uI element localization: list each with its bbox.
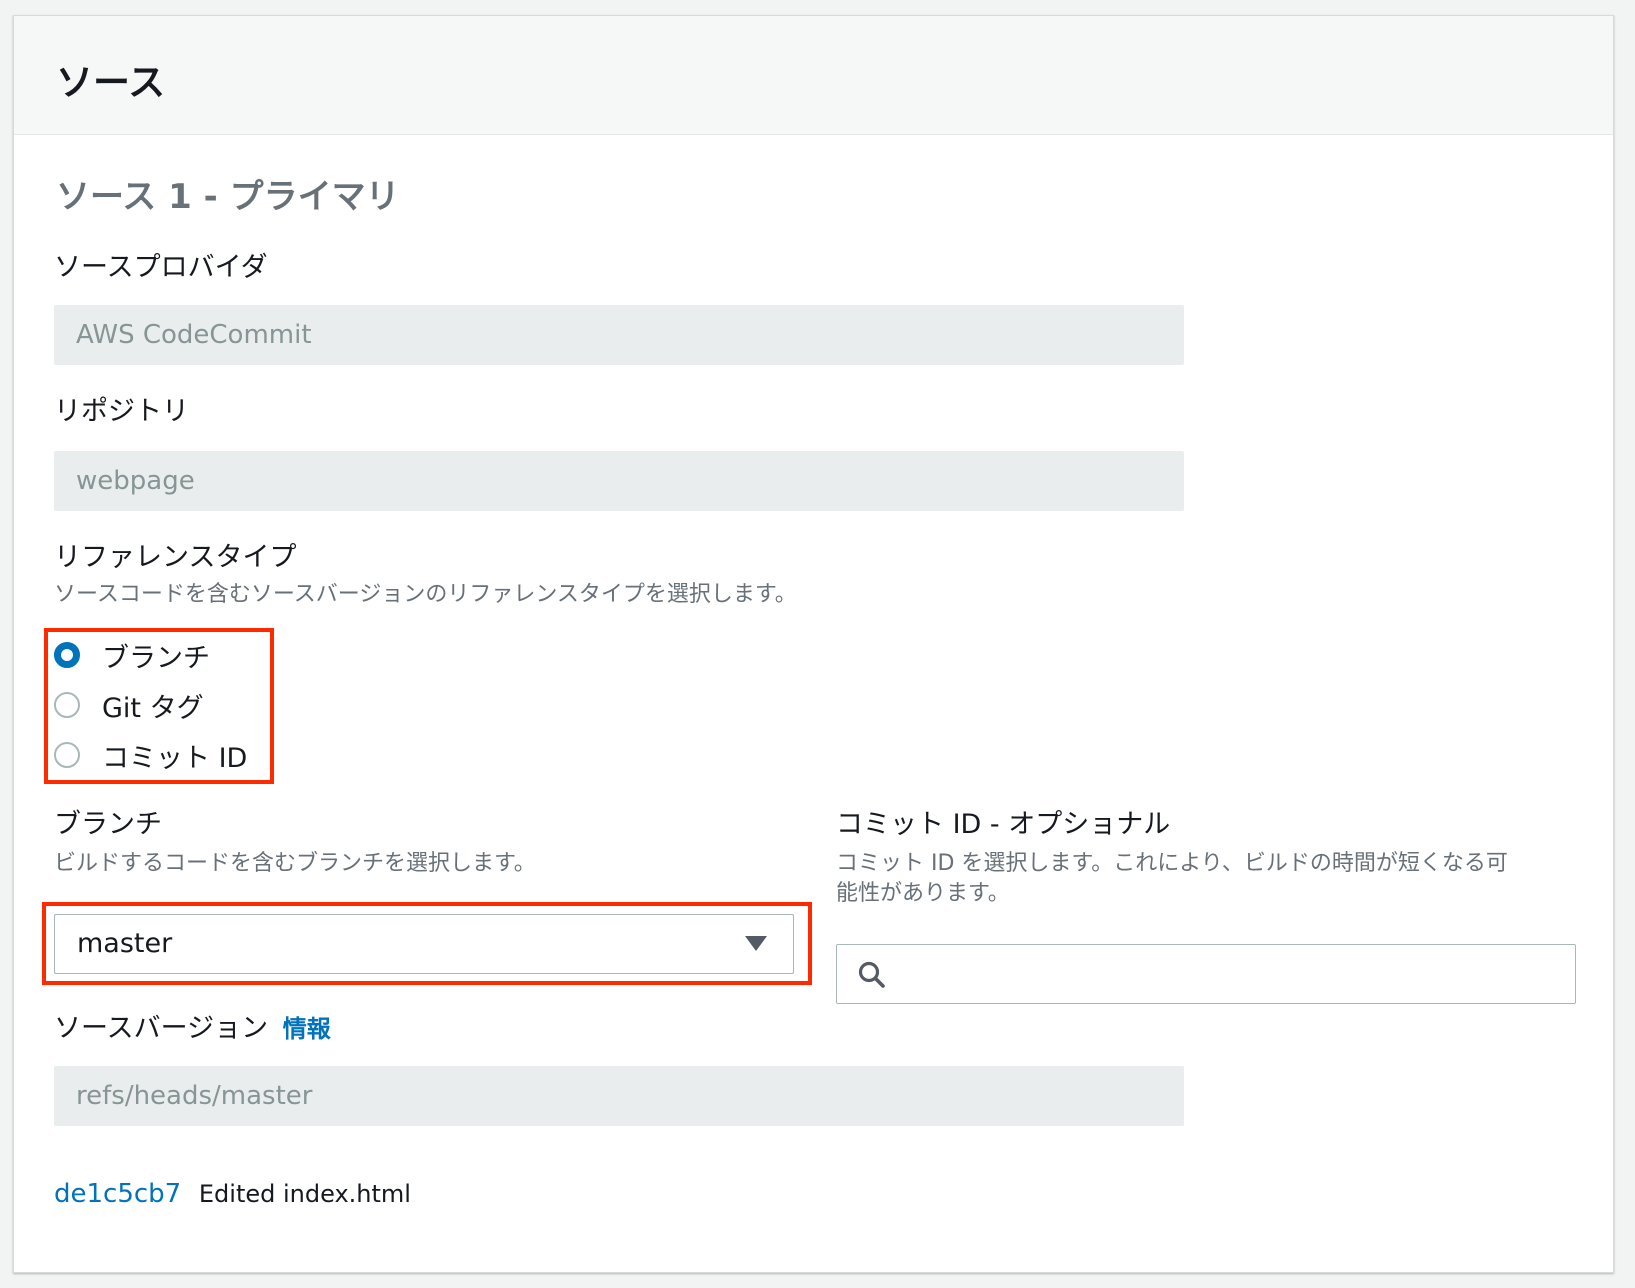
source-provider-label: ソースプロバイダ xyxy=(54,252,268,283)
source-version-label: ソースバージョン 情報 xyxy=(54,1006,331,1045)
commit-id-description-line2: 能性があります。 xyxy=(836,881,1010,906)
info-link[interactable]: 情報 xyxy=(283,1015,331,1043)
repository-label: リポジトリ xyxy=(54,396,189,427)
commit-id-search-input[interactable] xyxy=(897,953,1561,997)
commit-hash-link[interactable]: de1c5cb7 xyxy=(54,1179,181,1209)
commit-message: Edited index.html xyxy=(198,1180,411,1208)
source-version-field: refs/heads/master xyxy=(54,1066,1184,1126)
radio-git-tag[interactable] xyxy=(54,692,80,718)
repository-field: webpage xyxy=(54,451,1184,511)
radio-option-branch[interactable]: ブランチ xyxy=(54,636,210,675)
radio-option-git-tag[interactable]: Git タグ xyxy=(54,686,204,725)
section-title: ソース 1 - プライマリ xyxy=(56,177,400,217)
radio-branch[interactable] xyxy=(54,642,80,668)
source-provider-field: AWS CodeCommit xyxy=(54,305,1184,365)
branch-description: ビルドするコードを含むブランチを選択します。 xyxy=(54,851,536,876)
branch-select[interactable]: master xyxy=(54,914,794,974)
radio-option-commit-id[interactable]: コミット ID xyxy=(54,736,247,775)
search-icon xyxy=(858,961,885,988)
radio-label-git-tag[interactable]: Git タグ xyxy=(102,686,204,725)
commit-info: de1c5cb7 Edited index.html xyxy=(54,1179,411,1209)
panel-header: ソース xyxy=(14,16,1613,135)
branch-label: ブランチ xyxy=(54,809,162,840)
source-panel: ソース ソース 1 - プライマリ ソースプロバイダ AWS CodeCommi… xyxy=(13,15,1614,1273)
source-version-label-text: ソースバージョン xyxy=(54,1013,269,1044)
caret-down-icon xyxy=(745,936,767,951)
commit-id-search-field[interactable] xyxy=(836,944,1576,1004)
commit-id-label: コミット ID - オプショナル xyxy=(836,809,1171,840)
panel-title: ソース xyxy=(56,61,166,104)
radio-commit-id[interactable] xyxy=(54,742,80,768)
commit-id-description-line1: コミット ID を選択します。これにより、ビルドの時間が短くなる可 xyxy=(836,851,1508,876)
radio-label-branch[interactable]: ブランチ xyxy=(102,636,210,675)
radio-label-commit-id[interactable]: コミット ID xyxy=(102,736,247,775)
reference-type-description: ソースコードを含むソースバージョンのリファレンスタイプを選択します。 xyxy=(54,582,797,607)
branch-select-value: master xyxy=(77,928,173,959)
reference-type-label: リファレンスタイプ xyxy=(54,542,297,573)
